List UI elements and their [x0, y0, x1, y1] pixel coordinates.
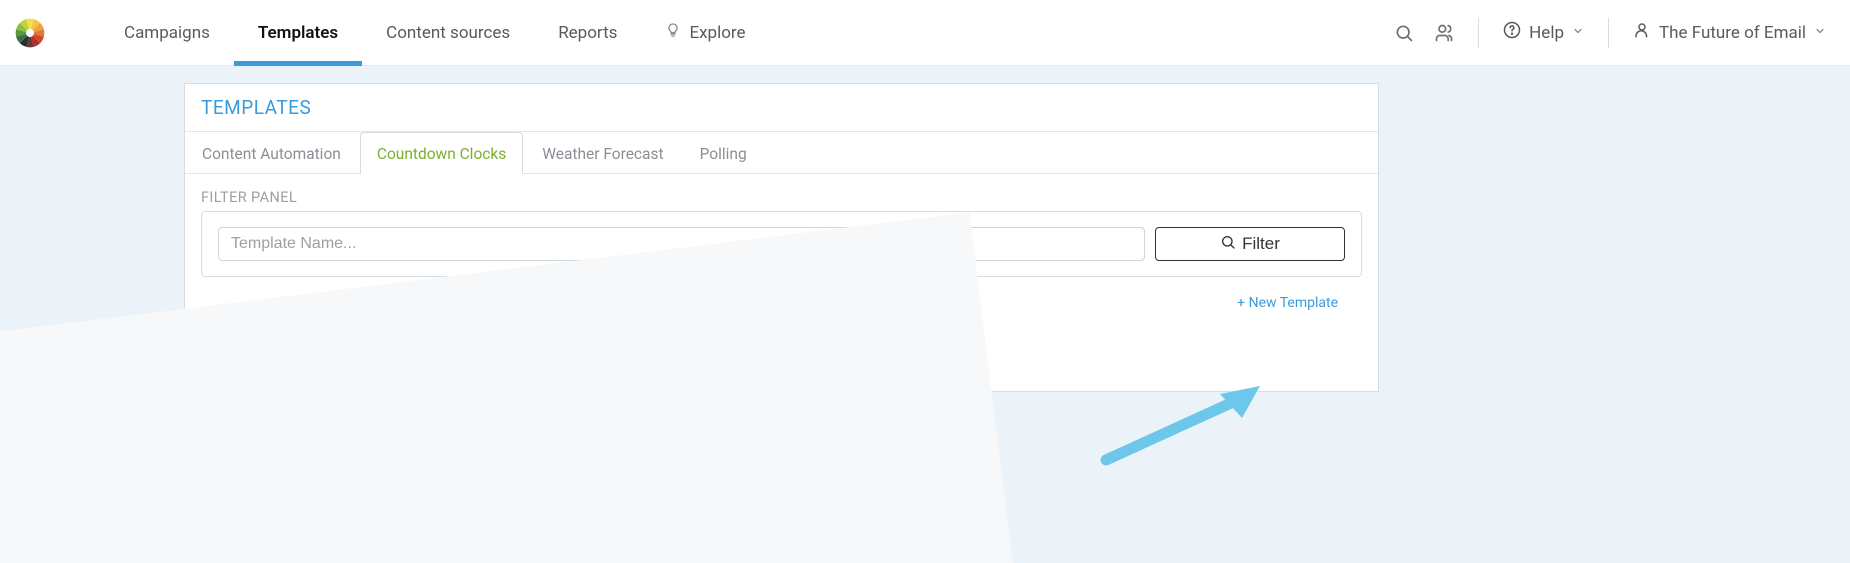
topbar: Campaigns Templates Content sources Repo…: [0, 0, 1850, 66]
nav-campaigns[interactable]: Campaigns: [100, 0, 234, 65]
tab-label: Content Automation: [202, 145, 341, 163]
tab-countdown-clocks[interactable]: Countdown Clocks: [360, 132, 523, 174]
people-icon[interactable]: [1424, 13, 1464, 53]
nav-label: Templates: [258, 23, 338, 43]
filter-button[interactable]: Filter: [1155, 227, 1345, 261]
chevron-down-icon: [1572, 25, 1584, 40]
filter-button-label: Filter: [1242, 234, 1280, 254]
divider: [1478, 18, 1479, 48]
panel-header: TEMPLATES: [185, 84, 1378, 132]
tab-content-automation[interactable]: Content Automation: [185, 132, 358, 174]
tab-polling[interactable]: Polling: [683, 132, 764, 174]
divider: [1608, 18, 1609, 48]
plus-icon: +: [1237, 295, 1245, 311]
primary-nav: Campaigns Templates Content sources Repo…: [100, 0, 770, 65]
chevron-down-icon: [1814, 25, 1826, 40]
panel-title: TEMPLATES: [201, 96, 311, 119]
user-icon: [1633, 21, 1651, 44]
lightbulb-icon: [665, 22, 681, 43]
search-icon[interactable]: [1384, 13, 1424, 53]
annotation-arrow: [1100, 386, 1260, 466]
help-icon: [1503, 21, 1521, 44]
help-label: Help: [1529, 23, 1564, 43]
help-menu[interactable]: Help: [1493, 21, 1594, 44]
nav-templates[interactable]: Templates: [234, 0, 362, 65]
nav-label: Campaigns: [124, 23, 210, 43]
nav-label: Reports: [558, 23, 617, 43]
user-label: The Future of Email: [1659, 23, 1806, 43]
nav-explore[interactable]: Explore: [641, 0, 769, 65]
new-template-link[interactable]: + New Template: [1237, 295, 1338, 311]
page-body: TEMPLATES Content Automation Countdown C…: [0, 66, 1850, 563]
tab-label: Weather Forecast: [542, 145, 663, 163]
nav-label: Content sources: [386, 23, 510, 43]
user-menu[interactable]: The Future of Email: [1623, 21, 1836, 44]
tab-label: Polling: [700, 145, 747, 163]
tab-label: Countdown Clocks: [377, 145, 506, 163]
nav-reports[interactable]: Reports: [534, 0, 641, 65]
filter-panel-label: FILTER PANEL: [185, 174, 1378, 211]
brand-logo[interactable]: [14, 17, 46, 49]
new-template-label: New Template: [1249, 295, 1338, 311]
topbar-right: Help The Future of Email: [1384, 0, 1836, 65]
nav-label: Explore: [689, 23, 745, 43]
search-icon: [1220, 234, 1236, 255]
tabbar: Content Automation Countdown Clocks Weat…: [185, 132, 1378, 174]
tab-weather-forecast[interactable]: Weather Forecast: [525, 132, 680, 174]
nav-content-sources[interactable]: Content sources: [362, 0, 534, 65]
